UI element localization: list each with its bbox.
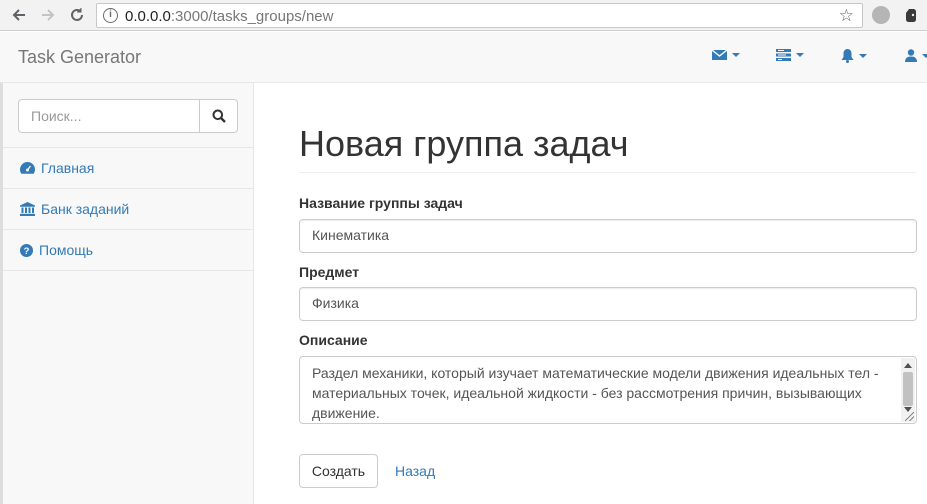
- question-circle-icon: ?: [20, 243, 33, 257]
- scroll-thumb[interactable]: [903, 372, 913, 406]
- caret-down-icon: [796, 53, 804, 57]
- sidebar-item-home[interactable]: Главная: [3, 148, 254, 189]
- sidebar-item-label: Банк заданий: [41, 201, 130, 217]
- url-host: 0.0.0.0: [125, 8, 171, 25]
- envelope-icon: [712, 49, 727, 60]
- url-path: :3000/tasks_groups/new: [170, 8, 334, 25]
- back-arrow-icon[interactable]: [8, 4, 30, 26]
- sidebar-item-label: Главная: [41, 160, 95, 176]
- user-icon: [905, 49, 917, 62]
- address-bar[interactable]: i 0.0.0.0:3000/tasks_groups/new ☆: [96, 3, 863, 28]
- caret-down-icon: [922, 53, 927, 58]
- bank-icon: [20, 202, 35, 216]
- messages-dropdown[interactable]: [712, 49, 740, 61]
- search-icon: [212, 109, 226, 123]
- sidebar-menu: Главная Банк заданий ? Помощь: [3, 147, 254, 271]
- url-text: 0.0.0.0:3000/tasks_groups/new: [125, 8, 333, 25]
- sidebar-item-task-bank[interactable]: Банк заданий: [3, 189, 254, 230]
- resize-handle-icon[interactable]: [905, 412, 914, 421]
- dashboard-icon: [20, 162, 35, 174]
- tasks-icon: [776, 49, 791, 61]
- scroll-up-arrow-icon[interactable]: [904, 363, 912, 368]
- top-navbar: Task Generator: [0, 32, 927, 83]
- alerts-dropdown[interactable]: [841, 49, 867, 63]
- main-content: Новая группа задач Название группы задач…: [254, 83, 927, 504]
- caret-down-icon: [859, 54, 867, 58]
- forward-arrow-icon[interactable]: [37, 4, 59, 26]
- subject-input[interactable]: Физика: [299, 287, 917, 321]
- page-title: Новая группа задач: [299, 123, 629, 164]
- sidebar-search: [18, 99, 238, 133]
- description-textarea[interactable]: Раздел механики, который изучает математ…: [299, 356, 917, 424]
- search-input[interactable]: [18, 99, 200, 133]
- user-dropdown[interactable]: [905, 49, 927, 62]
- info-icon[interactable]: i: [103, 8, 118, 23]
- description-text: Раздел механики, который изучает математ…: [312, 365, 879, 421]
- create-button[interactable]: Создать: [299, 454, 378, 488]
- back-link[interactable]: Назад: [395, 463, 435, 479]
- description-label: Описание: [299, 332, 368, 348]
- sidebar: Главная Банк заданий ? Помощь: [0, 83, 254, 504]
- subject-label: Предмет: [299, 264, 360, 280]
- bookmark-star-icon[interactable]: ☆: [839, 6, 854, 26]
- group-name-label: Название группы задач: [299, 195, 463, 211]
- group-name-input[interactable]: Кинематика: [299, 219, 917, 253]
- search-button[interactable]: [199, 99, 238, 133]
- title-divider: [299, 172, 916, 173]
- svg-text:?: ?: [24, 246, 30, 257]
- bell-icon: [841, 49, 854, 63]
- brand-logo-text[interactable]: Task Generator: [18, 47, 141, 68]
- tasks-dropdown[interactable]: [776, 49, 804, 61]
- browser-toolbar: i 0.0.0.0:3000/tasks_groups/new ☆: [0, 0, 927, 31]
- evernote-extension-icon[interactable]: [902, 6, 920, 24]
- sidebar-item-label: Помощь: [39, 242, 94, 258]
- caret-down-icon: [732, 53, 740, 57]
- reload-icon[interactable]: [66, 4, 88, 26]
- globe-extension-icon[interactable]: [872, 6, 890, 24]
- sidebar-item-help[interactable]: ? Помощь: [3, 230, 254, 271]
